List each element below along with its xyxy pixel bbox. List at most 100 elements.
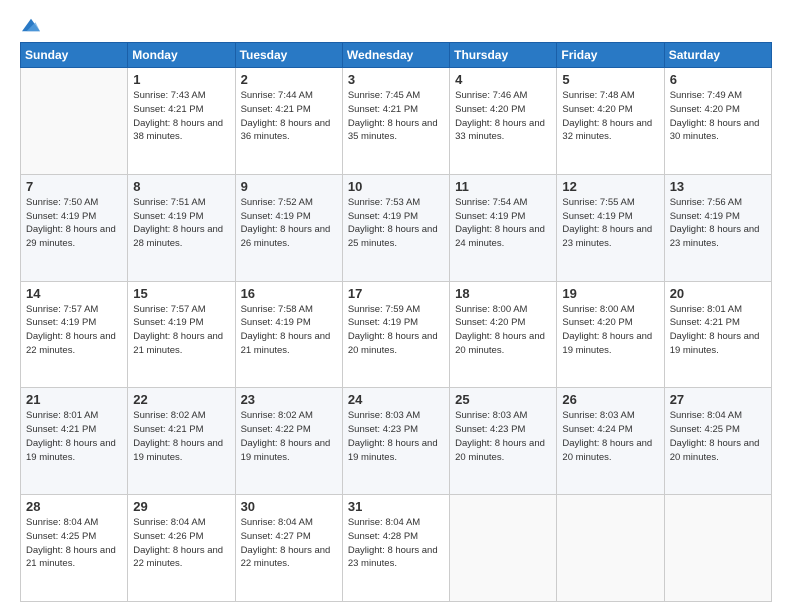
calendar-cell: 28 Sunrise: 8:04 AMSunset: 4:25 PMDayligh… bbox=[21, 495, 128, 602]
calendar-cell: 16 Sunrise: 7:58 AMSunset: 4:19 PMDayligh… bbox=[235, 281, 342, 388]
calendar-cell: 10 Sunrise: 7:53 AMSunset: 4:19 PMDayligh… bbox=[342, 174, 449, 281]
day-info: Sunrise: 8:04 AMSunset: 4:25 PMDaylight:… bbox=[26, 516, 122, 571]
day-number: 5 bbox=[562, 72, 658, 87]
day-number: 8 bbox=[133, 179, 229, 194]
day-number: 6 bbox=[670, 72, 766, 87]
calendar-cell: 24 Sunrise: 8:03 AMSunset: 4:23 PMDayligh… bbox=[342, 388, 449, 495]
day-number: 23 bbox=[241, 392, 337, 407]
day-number: 20 bbox=[670, 286, 766, 301]
day-info: Sunrise: 7:57 AMSunset: 4:19 PMDaylight:… bbox=[26, 303, 122, 358]
calendar: SundayMondayTuesdayWednesdayThursdayFrid… bbox=[20, 42, 772, 602]
calendar-cell: 14 Sunrise: 7:57 AMSunset: 4:19 PMDayligh… bbox=[21, 281, 128, 388]
calendar-cell: 15 Sunrise: 7:57 AMSunset: 4:19 PMDayligh… bbox=[128, 281, 235, 388]
calendar-cell: 4Sunrise: 7:46 AMSunset: 4:20 PMDaylight… bbox=[450, 68, 557, 175]
day-info: Sunrise: 7:44 AMSunset: 4:21 PMDaylight:… bbox=[241, 89, 337, 144]
calendar-cell: 23 Sunrise: 8:02 AMSunset: 4:22 PMDayligh… bbox=[235, 388, 342, 495]
calendar-cell: 31 Sunrise: 8:04 AMSunset: 4:28 PMDayligh… bbox=[342, 495, 449, 602]
calendar-cell: 6 Sunrise: 7:49 AMSunset: 4:20 PMDaylight… bbox=[664, 68, 771, 175]
day-number: 27 bbox=[670, 392, 766, 407]
calendar-cell: 29Sunrise: 8:04 AMSunset: 4:26 PMDayligh… bbox=[128, 495, 235, 602]
day-info: Sunrise: 7:49 AMSunset: 4:20 PMDaylight:… bbox=[670, 89, 766, 144]
calendar-cell: 12Sunrise: 7:55 AMSunset: 4:19 PMDayligh… bbox=[557, 174, 664, 281]
calendar-cell: 19Sunrise: 8:00 AMSunset: 4:20 PMDayligh… bbox=[557, 281, 664, 388]
day-number: 3 bbox=[348, 72, 444, 87]
day-number: 18 bbox=[455, 286, 551, 301]
day-info: Sunrise: 7:59 AMSunset: 4:19 PMDaylight:… bbox=[348, 303, 444, 358]
calendar-day-header: Wednesday bbox=[342, 43, 449, 68]
day-number: 13 bbox=[670, 179, 766, 194]
calendar-day-header: Thursday bbox=[450, 43, 557, 68]
day-number: 19 bbox=[562, 286, 658, 301]
calendar-day-header: Tuesday bbox=[235, 43, 342, 68]
day-info: Sunrise: 7:51 AMSunset: 4:19 PMDaylight:… bbox=[133, 196, 229, 251]
calendar-day-header: Saturday bbox=[664, 43, 771, 68]
day-number: 14 bbox=[26, 286, 122, 301]
day-info: Sunrise: 8:02 AMSunset: 4:22 PMDaylight:… bbox=[241, 409, 337, 464]
day-info: Sunrise: 7:53 AMSunset: 4:19 PMDaylight:… bbox=[348, 196, 444, 251]
calendar-cell: 1Sunrise: 7:43 AMSunset: 4:21 PMDaylight… bbox=[128, 68, 235, 175]
calendar-week-row: 14 Sunrise: 7:57 AMSunset: 4:19 PMDayligh… bbox=[21, 281, 772, 388]
calendar-week-row: 21 Sunrise: 8:01 AMSunset: 4:21 PMDayligh… bbox=[21, 388, 772, 495]
day-number: 10 bbox=[348, 179, 444, 194]
calendar-cell: 17 Sunrise: 7:59 AMSunset: 4:19 PMDayligh… bbox=[342, 281, 449, 388]
day-info: Sunrise: 8:01 AMSunset: 4:21 PMDaylight:… bbox=[670, 303, 766, 358]
day-info: Sunrise: 7:54 AMSunset: 4:19 PMDaylight:… bbox=[455, 196, 551, 251]
day-number: 28 bbox=[26, 499, 122, 514]
day-info: Sunrise: 8:03 AMSunset: 4:23 PMDaylight:… bbox=[348, 409, 444, 464]
calendar-day-header: Sunday bbox=[21, 43, 128, 68]
day-info: Sunrise: 8:04 AMSunset: 4:27 PMDaylight:… bbox=[241, 516, 337, 571]
calendar-cell: 20 Sunrise: 8:01 AMSunset: 4:21 PMDayligh… bbox=[664, 281, 771, 388]
calendar-week-row: 7 Sunrise: 7:50 AMSunset: 4:19 PMDaylight… bbox=[21, 174, 772, 281]
day-number: 17 bbox=[348, 286, 444, 301]
day-number: 7 bbox=[26, 179, 122, 194]
calendar-cell: 5 Sunrise: 7:48 AMSunset: 4:20 PMDaylight… bbox=[557, 68, 664, 175]
day-number: 15 bbox=[133, 286, 229, 301]
day-number: 29 bbox=[133, 499, 229, 514]
day-info: Sunrise: 8:00 AMSunset: 4:20 PMDaylight:… bbox=[455, 303, 551, 358]
day-info: Sunrise: 7:45 AMSunset: 4:21 PMDaylight:… bbox=[348, 89, 444, 144]
day-info: Sunrise: 7:57 AMSunset: 4:19 PMDaylight:… bbox=[133, 303, 229, 358]
page: SundayMondayTuesdayWednesdayThursdayFrid… bbox=[0, 0, 792, 612]
day-number: 21 bbox=[26, 392, 122, 407]
day-info: Sunrise: 7:48 AMSunset: 4:20 PMDaylight:… bbox=[562, 89, 658, 144]
calendar-week-row: 1Sunrise: 7:43 AMSunset: 4:21 PMDaylight… bbox=[21, 68, 772, 175]
calendar-header-row: SundayMondayTuesdayWednesdayThursdayFrid… bbox=[21, 43, 772, 68]
calendar-cell: 18 Sunrise: 8:00 AMSunset: 4:20 PMDayligh… bbox=[450, 281, 557, 388]
day-number: 25 bbox=[455, 392, 551, 407]
calendar-cell: 27Sunrise: 8:04 AMSunset: 4:25 PMDayligh… bbox=[664, 388, 771, 495]
day-info: Sunrise: 8:03 AMSunset: 4:23 PMDaylight:… bbox=[455, 409, 551, 464]
day-number: 9 bbox=[241, 179, 337, 194]
calendar-week-row: 28 Sunrise: 8:04 AMSunset: 4:25 PMDayligh… bbox=[21, 495, 772, 602]
day-number: 16 bbox=[241, 286, 337, 301]
logo bbox=[20, 18, 40, 32]
calendar-cell bbox=[21, 68, 128, 175]
day-info: Sunrise: 7:46 AMSunset: 4:20 PMDaylight:… bbox=[455, 89, 551, 144]
day-info: Sunrise: 7:52 AMSunset: 4:19 PMDaylight:… bbox=[241, 196, 337, 251]
day-number: 11 bbox=[455, 179, 551, 194]
header bbox=[20, 18, 772, 32]
day-number: 24 bbox=[348, 392, 444, 407]
calendar-cell: 9 Sunrise: 7:52 AMSunset: 4:19 PMDaylight… bbox=[235, 174, 342, 281]
day-number: 30 bbox=[241, 499, 337, 514]
day-number: 31 bbox=[348, 499, 444, 514]
day-info: Sunrise: 7:50 AMSunset: 4:19 PMDaylight:… bbox=[26, 196, 122, 251]
day-number: 1 bbox=[133, 72, 229, 87]
day-info: Sunrise: 8:02 AMSunset: 4:21 PMDaylight:… bbox=[133, 409, 229, 464]
day-info: Sunrise: 7:58 AMSunset: 4:19 PMDaylight:… bbox=[241, 303, 337, 358]
calendar-cell bbox=[450, 495, 557, 602]
calendar-cell: 3 Sunrise: 7:45 AMSunset: 4:21 PMDaylight… bbox=[342, 68, 449, 175]
calendar-cell: 11 Sunrise: 7:54 AMSunset: 4:19 PMDayligh… bbox=[450, 174, 557, 281]
day-number: 2 bbox=[241, 72, 337, 87]
calendar-cell: 2 Sunrise: 7:44 AMSunset: 4:21 PMDaylight… bbox=[235, 68, 342, 175]
calendar-cell: 7 Sunrise: 7:50 AMSunset: 4:19 PMDaylight… bbox=[21, 174, 128, 281]
calendar-cell: 21 Sunrise: 8:01 AMSunset: 4:21 PMDayligh… bbox=[21, 388, 128, 495]
calendar-cell: 22Sunrise: 8:02 AMSunset: 4:21 PMDayligh… bbox=[128, 388, 235, 495]
day-number: 12 bbox=[562, 179, 658, 194]
calendar-cell bbox=[557, 495, 664, 602]
calendar-cell: 13Sunrise: 7:56 AMSunset: 4:19 PMDayligh… bbox=[664, 174, 771, 281]
day-number: 26 bbox=[562, 392, 658, 407]
day-info: Sunrise: 8:03 AMSunset: 4:24 PMDaylight:… bbox=[562, 409, 658, 464]
calendar-cell bbox=[664, 495, 771, 602]
day-info: Sunrise: 8:04 AMSunset: 4:28 PMDaylight:… bbox=[348, 516, 444, 571]
day-info: Sunrise: 8:01 AMSunset: 4:21 PMDaylight:… bbox=[26, 409, 122, 464]
